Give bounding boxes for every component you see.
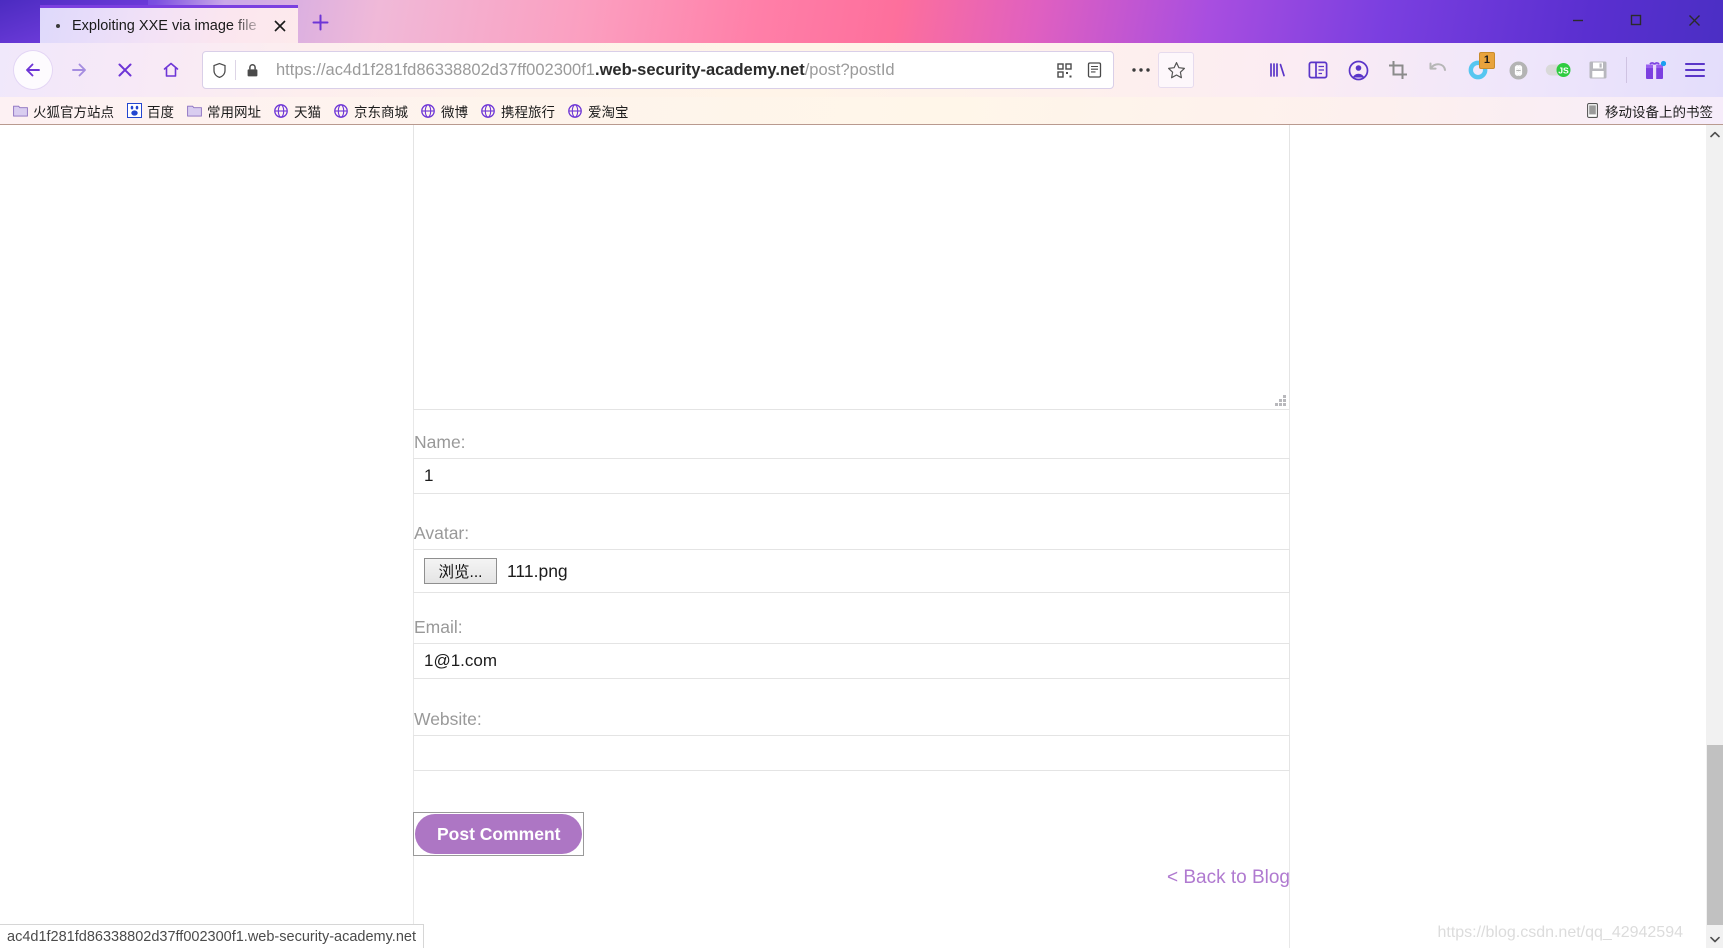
post-comment-focus-ring: Post Comment bbox=[413, 812, 585, 856]
mobile-device-icon bbox=[1584, 103, 1600, 119]
bookmark-label: 微博 bbox=[441, 104, 468, 120]
post-comment-button[interactable]: Post Comment bbox=[415, 814, 583, 854]
urlbar-actions bbox=[1049, 54, 1109, 86]
gift-extensions-icon[interactable] bbox=[1635, 50, 1675, 90]
scroll-up-arrow-icon[interactable] bbox=[1706, 125, 1723, 143]
bookmark-item-5[interactable]: 微博 bbox=[414, 99, 474, 123]
web-page: Name: 1 Avatar: 浏览... 111.png Email: 1@1… bbox=[0, 125, 1705, 948]
window-controls bbox=[1549, 0, 1723, 40]
resize-grip-icon[interactable] bbox=[1275, 395, 1286, 406]
bookmark-item-7[interactable]: 爱淘宝 bbox=[561, 99, 635, 123]
website-input[interactable] bbox=[413, 735, 1290, 771]
browse-button[interactable]: 浏览... bbox=[424, 558, 497, 584]
url-domain: .web-security-academy.net bbox=[595, 60, 805, 79]
account-icon[interactable] bbox=[1338, 50, 1378, 90]
url-text[interactable]: https://ac4d1f281fd86338802d37ff002300f1… bbox=[268, 61, 1049, 80]
bookmark-item-6[interactable]: 携程旅行 bbox=[474, 99, 561, 123]
tab-strip: Exploiting XXE via image file bbox=[0, 0, 1723, 43]
close-icon[interactable] bbox=[268, 14, 292, 38]
dot-favicon bbox=[50, 18, 66, 34]
email-input[interactable]: 1@1.com bbox=[413, 643, 1290, 679]
bookmarks-bar: 火狐官方站点 百度 常用网址 天猫 京东商城 微博 携程旅行 爱淘宝 移动设备上… bbox=[0, 97, 1723, 125]
bookmark-item-4[interactable]: 京东商城 bbox=[327, 99, 414, 123]
comment-textarea[interactable] bbox=[413, 125, 1290, 410]
content-viewport: Name: 1 Avatar: 浏览... 111.png Email: 1@1… bbox=[0, 125, 1723, 948]
bookmark-label: 京东商城 bbox=[354, 104, 408, 120]
browser-window: Exploiting XXE via image file https://ac… bbox=[0, 0, 1723, 948]
javascript-toggle-icon[interactable]: JS bbox=[1538, 50, 1578, 90]
bookmark-item-2[interactable]: 常用网址 bbox=[180, 99, 267, 123]
library-icon[interactable] bbox=[1258, 50, 1298, 90]
minimize-icon[interactable] bbox=[1549, 0, 1607, 40]
bookmark-item-0[interactable]: 火狐官方站点 bbox=[6, 99, 120, 123]
back-to-blog-link[interactable]: < Back to Blog bbox=[1167, 867, 1290, 889]
avatar-file-input[interactable]: 浏览... 111.png bbox=[413, 549, 1290, 593]
link-status-bar: ac4d1f281fd86338802d37ff002300f1.web-sec… bbox=[0, 924, 424, 948]
folder-icon bbox=[186, 103, 202, 119]
padlock-icon[interactable] bbox=[236, 52, 268, 88]
baidu-paw-icon bbox=[126, 103, 142, 119]
scroll-down-arrow-icon[interactable] bbox=[1706, 930, 1723, 948]
stop-x-icon[interactable] bbox=[106, 51, 144, 89]
url-prefix: https://ac4d1f281fd86338802d37ff002300f1 bbox=[276, 60, 595, 79]
bookmark-label: 百度 bbox=[147, 104, 174, 120]
bookmark-label: 天猫 bbox=[294, 104, 321, 120]
scrollbar-thumb[interactable] bbox=[1707, 745, 1723, 925]
save-page-icon[interactable] bbox=[1578, 50, 1618, 90]
mobile-bookmarks-label: 移动设备上的书签 bbox=[1605, 104, 1713, 120]
page-actions-more-icon[interactable] bbox=[1124, 51, 1158, 89]
vertical-scrollbar[interactable] bbox=[1705, 125, 1723, 948]
avatar-file-name: 111.png bbox=[507, 560, 568, 581]
maximize-icon[interactable] bbox=[1607, 0, 1665, 40]
folder-icon bbox=[12, 103, 28, 119]
extension-ring-icon[interactable]: 1 bbox=[1458, 50, 1498, 90]
url-suffix: /post?postId bbox=[804, 60, 895, 79]
toolbar-divider bbox=[1626, 57, 1627, 83]
avatar-label: Avatar: bbox=[414, 523, 470, 543]
screenshot-crop-icon[interactable] bbox=[1378, 50, 1418, 90]
browser-tab[interactable]: Exploiting XXE via image file bbox=[40, 5, 298, 43]
svg-text:JS: JS bbox=[1558, 66, 1569, 76]
new-tab-button[interactable] bbox=[305, 7, 335, 37]
name-label: Name: bbox=[414, 432, 466, 452]
tab-title: Exploiting XXE via image file bbox=[72, 17, 257, 34]
toolbar-extension-icons: 1 JS bbox=[1258, 50, 1715, 90]
command-gear-icon[interactable] bbox=[1498, 50, 1538, 90]
hamburger-menu-icon[interactable] bbox=[1675, 50, 1715, 90]
globe-icon bbox=[420, 103, 436, 119]
qr-code-icon[interactable] bbox=[1049, 54, 1079, 86]
tracking-protection-shield-icon[interactable] bbox=[203, 52, 235, 88]
reader-view-icon[interactable] bbox=[1079, 54, 1109, 86]
back-arrow-icon[interactable] bbox=[14, 51, 52, 89]
name-input-value: 1 bbox=[424, 466, 434, 485]
email-input-value: 1@1.com bbox=[424, 651, 498, 670]
globe-icon bbox=[273, 103, 289, 119]
extension-badge-count: 1 bbox=[1478, 52, 1495, 69]
home-icon[interactable] bbox=[152, 51, 190, 89]
navigation-toolbar: https://ac4d1f281fd86338802d37ff002300f1… bbox=[0, 43, 1723, 97]
name-input[interactable]: 1 bbox=[413, 458, 1290, 494]
bookmark-label: 常用网址 bbox=[207, 104, 261, 120]
bookmark-item-1[interactable]: 百度 bbox=[120, 99, 180, 123]
bookmark-label: 火狐官方站点 bbox=[33, 104, 114, 120]
website-label: Website: bbox=[414, 709, 482, 729]
forward-arrow-icon[interactable] bbox=[60, 51, 98, 89]
bookmark-label: 爱淘宝 bbox=[588, 104, 629, 120]
bookmark-star-icon[interactable] bbox=[1158, 52, 1194, 88]
bookmark-item-3[interactable]: 天猫 bbox=[267, 99, 327, 123]
globe-icon bbox=[567, 103, 583, 119]
email-label: Email: bbox=[414, 617, 463, 637]
window-close-icon[interactable] bbox=[1665, 0, 1723, 40]
undo-close-tab-icon[interactable] bbox=[1418, 50, 1458, 90]
mobile-bookmarks-item[interactable]: 移动设备上的书签 bbox=[1578, 99, 1715, 123]
globe-icon bbox=[480, 103, 496, 119]
globe-icon bbox=[333, 103, 349, 119]
csdn-watermark: https://blog.csdn.net/qq_42942594 bbox=[1437, 924, 1683, 941]
bookmark-label: 携程旅行 bbox=[501, 104, 555, 120]
address-bar[interactable]: https://ac4d1f281fd86338802d37ff002300f1… bbox=[202, 51, 1114, 89]
sidebar-icon[interactable] bbox=[1298, 50, 1338, 90]
